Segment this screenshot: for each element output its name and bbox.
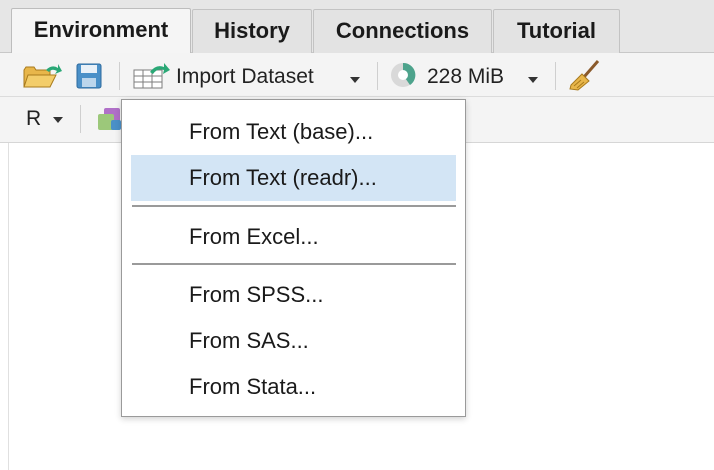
menu-divider bbox=[132, 205, 456, 207]
menu-divider bbox=[132, 263, 456, 265]
tab-history[interactable]: History bbox=[192, 9, 312, 53]
folder-open-icon[interactable] bbox=[22, 62, 62, 90]
environment-scope-icon[interactable] bbox=[97, 106, 123, 132]
language-selector[interactable]: R bbox=[26, 107, 41, 131]
menu-item-from-text-base[interactable]: From Text (base)... bbox=[131, 109, 456, 155]
chevron-down-icon[interactable] bbox=[528, 77, 538, 83]
menu-item-from-sas[interactable]: From SAS... bbox=[131, 318, 456, 364]
chevron-down-icon[interactable] bbox=[350, 77, 360, 83]
toolbar-separator bbox=[80, 105, 81, 133]
toolbar-separator bbox=[377, 62, 378, 90]
import-dataset-button[interactable]: Import Dataset bbox=[176, 65, 314, 89]
tab-environment[interactable]: Environment bbox=[11, 8, 191, 54]
menu-item-from-stata[interactable]: From Stata... bbox=[131, 364, 456, 410]
menu-item-from-excel[interactable]: From Excel... bbox=[131, 214, 456, 260]
import-dataset-menu: From Text (base)... From Text (readr)...… bbox=[121, 99, 466, 417]
tab-connections[interactable]: Connections bbox=[313, 9, 492, 53]
chevron-down-icon[interactable] bbox=[53, 117, 63, 123]
toolbar-separator bbox=[119, 62, 120, 90]
import-dataset-icon[interactable] bbox=[132, 62, 172, 90]
toolbar-separator bbox=[555, 62, 556, 90]
menu-item-from-text-readr[interactable]: From Text (readr)... bbox=[131, 155, 456, 201]
memory-usage-icon[interactable] bbox=[390, 62, 416, 88]
environment-toolbar: Import Dataset 228 MiB bbox=[0, 53, 714, 97]
pane-tab-bar: Environment History Connections Tutorial bbox=[0, 0, 714, 54]
menu-item-from-spss[interactable]: From SPSS... bbox=[131, 272, 456, 318]
tab-tutorial[interactable]: Tutorial bbox=[493, 9, 620, 53]
broom-icon[interactable] bbox=[568, 59, 602, 91]
memory-usage-label[interactable]: 228 MiB bbox=[427, 65, 504, 89]
save-icon[interactable] bbox=[76, 63, 102, 89]
